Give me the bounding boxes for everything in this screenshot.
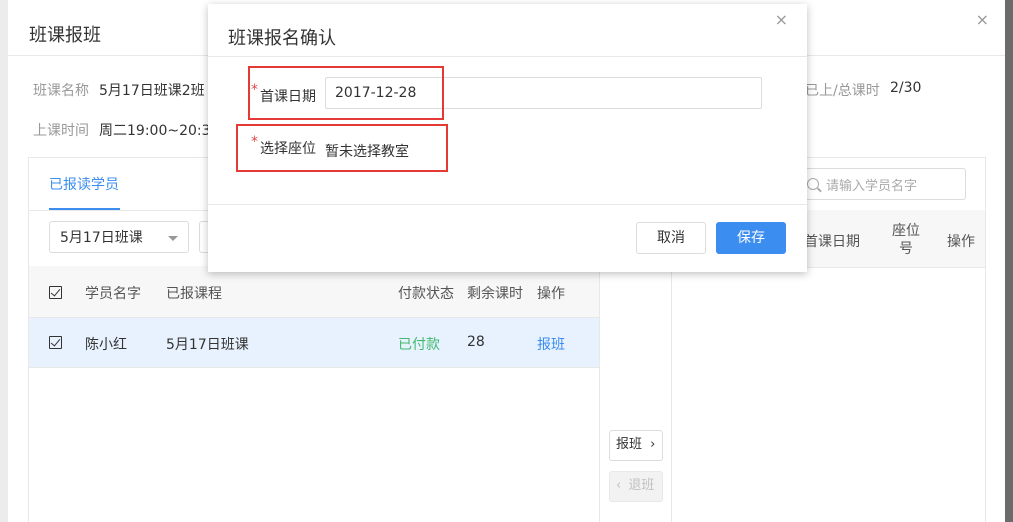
hours-label: 已上/总课时 — [805, 83, 880, 99]
column-header: 学员名字 — [85, 286, 141, 302]
highlight-box — [236, 124, 448, 172]
select-all-checkbox[interactable] — [49, 286, 62, 299]
class-name-label: 班课名称 — [33, 83, 89, 99]
search-placeholder: 请输入学员名字 — [826, 179, 918, 194]
highlight-box — [248, 66, 444, 120]
payment-status: 已付款 — [398, 337, 440, 353]
chevron-left-icon: ‹ — [616, 478, 622, 493]
column-header: 付款状态 — [398, 286, 454, 302]
column-header: 剩余课时 — [467, 286, 523, 302]
column-header: 座位号 — [892, 223, 920, 257]
page-edge — [0, 0, 8, 522]
enroll-button[interactable]: 报班 › — [609, 430, 663, 461]
search-icon — [807, 178, 819, 190]
withdraw-button[interactable]: ‹ 退班 — [609, 471, 663, 502]
column-header: 操作 — [947, 234, 975, 250]
chevron-down-icon — [168, 236, 178, 241]
chevron-right-icon: › — [650, 437, 656, 452]
withdraw-button-label: 退班 — [628, 478, 655, 493]
class-name-value: 5月17日班课2班 — [99, 83, 205, 99]
column-header: 操作 — [537, 286, 565, 302]
cancel-button[interactable]: 取消 — [636, 222, 706, 254]
enroll-confirm-dialog: 班课报名确认 × * 首课日期 2017-12-28 * 选择座位 暂未选择教室… — [208, 4, 807, 272]
column-header: 首课日期 — [804, 234, 860, 250]
close-icon[interactable]: × — [775, 10, 788, 29]
row-checkbox[interactable] — [49, 336, 62, 349]
table-header: 学员名字 已报课程 付款状态 剩余课时 操作 — [29, 266, 599, 318]
class-filter-select[interactable]: 5月17日班课 — [49, 221, 189, 253]
enroll-button-label: 报班 — [616, 437, 643, 452]
remaining-hours: 28 — [467, 334, 485, 350]
hours-value: 2/30 — [890, 80, 922, 96]
class-filter-value: 5月17日班课 — [60, 230, 143, 246]
dialog-title: 班课报名确认 — [228, 28, 336, 49]
enroll-link[interactable]: 报班 — [537, 334, 565, 354]
tab-enrolled-students[interactable]: 已报读学员 — [49, 174, 119, 194]
class-time-value: 周二19:00~20:30 — [99, 123, 220, 139]
student-name: 陈小红 — [85, 337, 127, 353]
class-time-label: 上课时间 — [33, 123, 89, 139]
save-button[interactable]: 保存 — [716, 222, 786, 254]
dialog-divider — [208, 56, 807, 57]
table-row[interactable]: 陈小红 5月17日班课 已付款 28 报班 — [29, 318, 599, 368]
modal-title: 班课报班 — [29, 25, 101, 46]
close-icon[interactable]: × — [976, 10, 989, 29]
student-search-input[interactable]: 请输入学员名字 — [794, 168, 966, 200]
column-header: 已报课程 — [166, 286, 222, 302]
dialog-footer-divider — [208, 204, 807, 205]
student-course: 5月17日班课 — [166, 337, 249, 353]
